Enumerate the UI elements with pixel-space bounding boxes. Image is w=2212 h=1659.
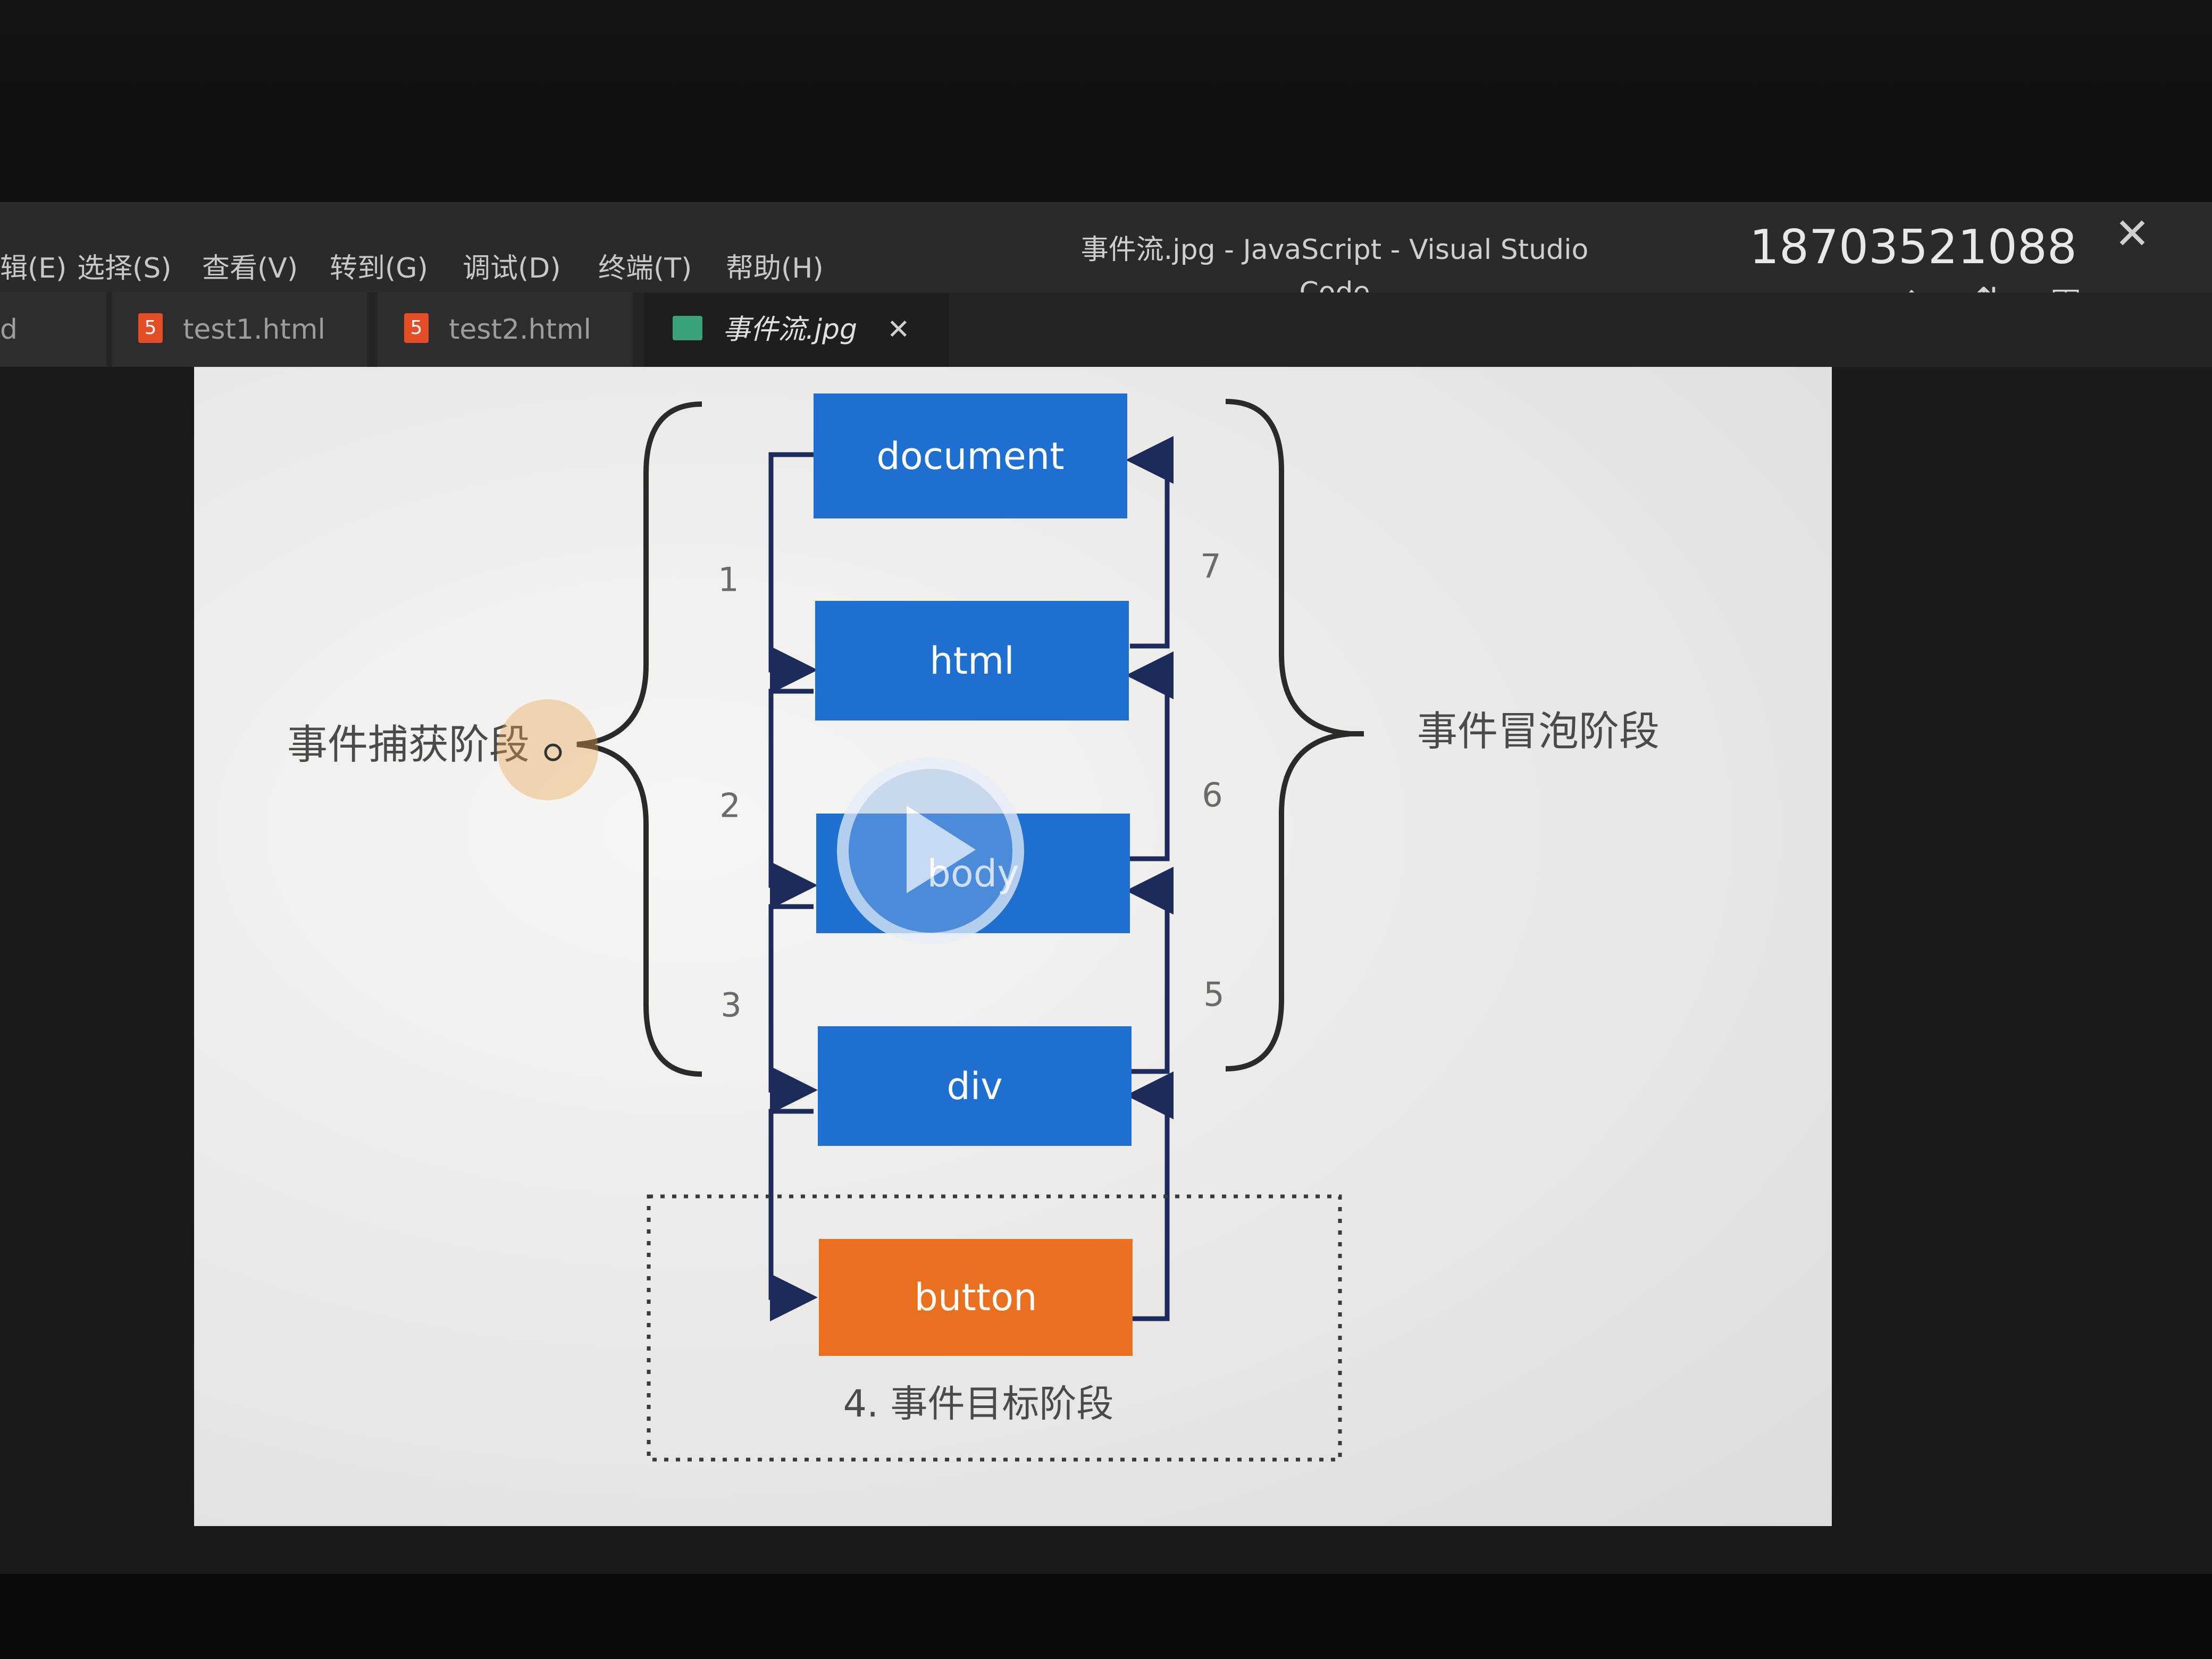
- cursor-highlight: [497, 699, 598, 800]
- bubble-step-7: 7: [1200, 547, 1221, 586]
- window-title: 事件流.jpg - JavaScript - Visual Studio Cod…: [1080, 234, 1589, 308]
- capture-arrow-1: [768, 452, 818, 694]
- node-div-label: div: [946, 1065, 1002, 1108]
- monitor-bezel-top: [0, 0, 2212, 229]
- capture-arrows: [768, 452, 818, 1321]
- capture-step-1: 1: [718, 560, 739, 599]
- menu-terminal[interactable]: 终端(T): [598, 247, 692, 290]
- menu-edit[interactable]: 辑(E): [0, 247, 66, 290]
- tab-event-flow-jpg[interactable]: 事件流.jpg ✕: [643, 292, 949, 367]
- title-bar: 辑(E) 选择(S) 查看(V) 转到(G) 调试(D) 终端(T) 帮助(H)…: [0, 202, 2212, 320]
- monitor-bezel-bottom: [0, 1574, 2212, 1659]
- close-tab-icon[interactable]: ✕: [887, 314, 910, 346]
- menu-view[interactable]: 查看(V): [202, 247, 298, 290]
- tab-label: test1.html: [183, 314, 325, 346]
- tab-test2-html[interactable]: 5 test2.html: [378, 292, 633, 367]
- bubble-arrow-5: [1126, 867, 1174, 1074]
- menu-help[interactable]: 帮助(H): [726, 247, 824, 290]
- capture-phase-label: 事件捕获阶段: [287, 721, 530, 768]
- bubble-arrow-7: [1126, 436, 1174, 649]
- bubble-arrow-4: [1126, 1071, 1174, 1321]
- image-icon: [673, 316, 702, 340]
- target-phase-label: 4. 事件目标阶段: [843, 1382, 1113, 1426]
- capture-arrow-3: [768, 904, 818, 1114]
- node-document-label: document: [876, 434, 1064, 478]
- bubble-phase-label: 事件冒泡阶段: [1417, 708, 1660, 755]
- image-preview: document html body div button 1 2 3 7 6 …: [194, 367, 1832, 1526]
- tab-label: 事件流.jpg: [723, 314, 857, 346]
- tab-partial[interactable]: d: [0, 292, 106, 367]
- html5-icon: 5: [138, 313, 163, 343]
- menu-debug[interactable]: 调试(D): [463, 247, 561, 290]
- editor-tab-bar: d 5 test1.html 5 test2.html 事件流.jpg ✕: [0, 292, 2212, 367]
- capture-step-2: 2: [719, 786, 740, 825]
- overlay-phone-number: 18703521088: [1749, 220, 2077, 274]
- capture-arrow-2: [768, 689, 818, 909]
- menu-goto[interactable]: 转到(G): [330, 247, 428, 290]
- capture-step-3: 3: [720, 986, 741, 1025]
- bubble-arrows: [1126, 436, 1174, 1321]
- capture-arrow-4: [768, 1109, 818, 1321]
- node-html-label: html: [929, 639, 1014, 683]
- tab-test1-html[interactable]: 5 test1.html: [112, 292, 367, 367]
- menu-selection[interactable]: 选择(S): [77, 247, 172, 290]
- close-window-button[interactable]: ✕: [2106, 207, 2159, 261]
- play-button-icon: [837, 757, 1024, 944]
- bubble-brace: [1225, 399, 1351, 1071]
- tab-label: test2.html: [449, 314, 591, 346]
- node-button-label: button: [915, 1276, 1037, 1319]
- bubble-step-5: 5: [1203, 975, 1224, 1014]
- html5-icon: 5: [404, 313, 429, 343]
- tab-label: d: [0, 314, 18, 346]
- bubble-step-6: 6: [1202, 776, 1222, 815]
- bubble-arrow-6: [1126, 651, 1174, 861]
